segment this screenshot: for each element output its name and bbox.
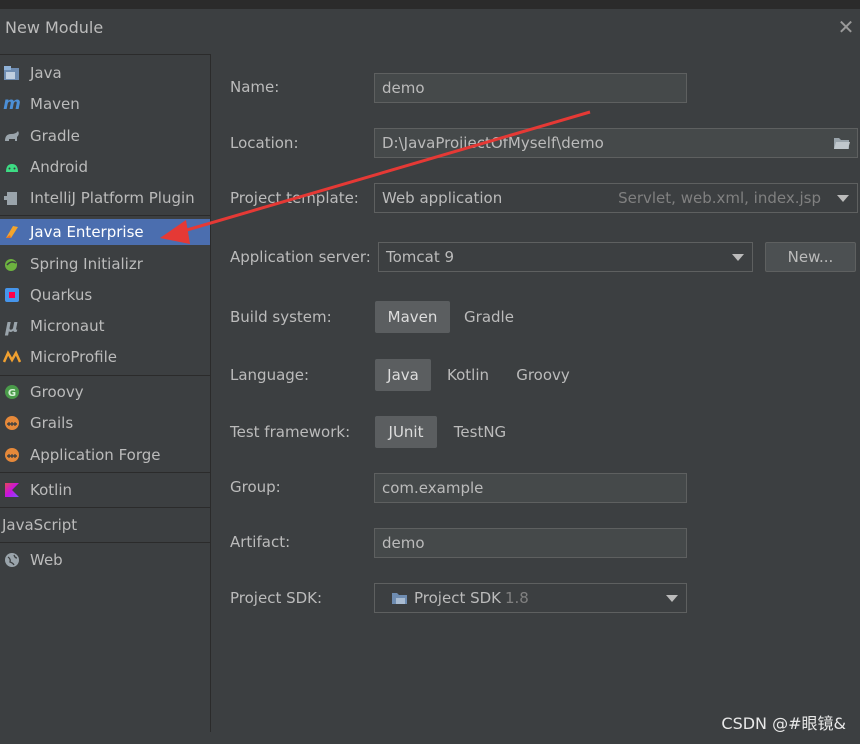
web-globe-icon [3,551,21,569]
group-input-value: com.example [382,479,484,497]
sidebar-item-microprofile[interactable]: MicroProfile [0,344,210,370]
sidebar-item-groovy[interactable]: G Groovy [0,379,210,405]
project-sdk-select[interactable]: Project SDK 1.8 [374,583,687,613]
location-input[interactable]: D:\JavaProjiectOfMyself\demo [374,128,858,158]
sidebar-item-label: IntelliJ Platform Plugin [30,189,195,207]
project-template-hint: Servlet, web.xml, index.jsp [618,189,821,207]
close-icon[interactable]: ✕ [836,17,856,37]
sidebar-item-micronaut[interactable]: μ Micronaut [0,313,210,339]
sidebar-item-java[interactable]: Java [0,60,210,86]
name-input[interactable]: demo [374,73,687,103]
sidebar-item-java-enterprise[interactable]: Java Enterprise [0,219,210,245]
new-module-dialog: New Module ✕ Java m Maven Gradle Android [0,9,860,744]
project-sdk-version: 1.8 [505,589,529,607]
build-option-gradle[interactable]: Gradle [455,301,523,333]
sidebar-separator [0,507,210,508]
build-system-label: Build system: [230,308,332,326]
sdk-folder-icon [391,590,409,606]
gradle-icon [3,127,21,145]
sidebar-item-label: Android [30,158,88,176]
sidebar-item-label: Application Forge [30,446,161,464]
language-option-kotlin[interactable]: Kotlin [437,359,499,391]
sidebar-item-label: Gradle [30,127,80,145]
application-server-value: Tomcat 9 [386,248,455,266]
sidebar-item-label: Quarkus [30,286,93,304]
kotlin-icon [3,481,21,499]
test-option-junit[interactable]: JUnit [375,416,437,448]
group-label: Group: [230,478,281,496]
name-input-value: demo [382,79,425,97]
location-input-value: D:\JavaProjiectOfMyself\demo [382,134,604,152]
sidebar-item-label: Java Enterprise [30,223,144,241]
android-icon [3,158,21,176]
group-input[interactable]: com.example [374,473,687,503]
sidebar-item-web[interactable]: Web [0,547,210,573]
project-sdk-label: Project SDK: [230,589,323,607]
sidebar-item-application-forge[interactable]: Application Forge [0,442,210,468]
java-enterprise-icon [3,223,21,241]
background-window-strip [0,0,860,9]
test-option-testng[interactable]: TestNG [444,416,516,448]
sidebar-item-maven[interactable]: m Maven [0,91,210,117]
quarkus-icon [3,286,21,304]
sidebar-item-label: Kotlin [30,481,72,499]
sidebar-item-label: Micronaut [30,317,105,335]
build-option-maven[interactable]: Maven [375,301,450,333]
dialog-title: New Module [5,18,104,37]
project-template-label: Project template: [230,189,359,207]
sidebar-item-spring-initializr[interactable]: Spring Initializr [0,251,210,277]
sidebar-item-quarkus[interactable]: Quarkus [0,282,210,308]
sidebar-item-kotlin[interactable]: Kotlin [0,477,210,503]
sidebar-item-label: Groovy [30,383,84,401]
sidebar-item-label: Maven [30,95,80,113]
sidebar-item-android[interactable]: Android [0,154,210,180]
sidebar-item-label: Spring Initializr [30,255,143,273]
artifact-input-value: demo [382,534,425,552]
project-template-value: Web application [382,189,503,207]
application-forge-icon [3,446,21,464]
sidebar-item-label: Grails [30,414,74,432]
module-type-sidebar: Java m Maven Gradle Android IntelliJ Pla… [0,54,211,732]
chevron-down-icon [732,254,744,261]
language-label: Language: [230,366,310,384]
plugin-icon [3,189,21,207]
project-template-select[interactable]: Web application Servlet, web.xml, index.… [374,183,858,213]
new-server-button[interactable]: New... [765,242,856,272]
name-label: Name: [230,78,280,96]
sidebar-item-label: MicroProfile [30,348,118,366]
watermark: CSDN @#眼镜& [721,714,846,733]
micronaut-icon: μ [5,315,19,337]
sidebar-separator [0,542,210,543]
language-option-groovy[interactable]: Groovy [507,359,579,391]
sidebar-separator [0,375,210,376]
microprofile-icon [3,348,21,366]
folder-icon[interactable] [833,135,851,151]
location-label: Location: [230,134,299,152]
test-framework-label: Test framework: [230,423,351,441]
maven-icon: m [3,94,21,114]
chevron-down-icon [666,595,678,602]
sidebar-item-label: JavaScript [2,516,78,534]
dialog-titlebar: New Module ✕ [0,9,860,49]
sidebar-item-grails[interactable]: Grails [0,410,210,436]
sidebar-item-gradle[interactable]: Gradle [0,123,210,149]
svg-text:G: G [8,388,16,399]
language-option-java[interactable]: Java [375,359,431,391]
sidebar-item-label: Web [30,551,63,569]
spring-icon [3,255,21,273]
sidebar-item-javascript[interactable]: JavaScript [0,512,210,538]
sidebar-item-label: Java [30,64,62,82]
grails-icon [3,414,21,432]
java-folder-icon [3,64,21,82]
application-server-label: Application server: [230,248,371,266]
artifact-label: Artifact: [230,533,291,551]
groovy-icon: G [3,383,21,401]
sidebar-separator [0,215,210,216]
chevron-down-icon [837,195,849,202]
application-server-select[interactable]: Tomcat 9 [378,242,753,272]
artifact-input[interactable]: demo [374,528,687,558]
sidebar-item-intellij-platform-plugin[interactable]: IntelliJ Platform Plugin [0,185,210,211]
project-sdk-value: Project SDK [414,589,501,607]
sidebar-separator [0,472,210,473]
